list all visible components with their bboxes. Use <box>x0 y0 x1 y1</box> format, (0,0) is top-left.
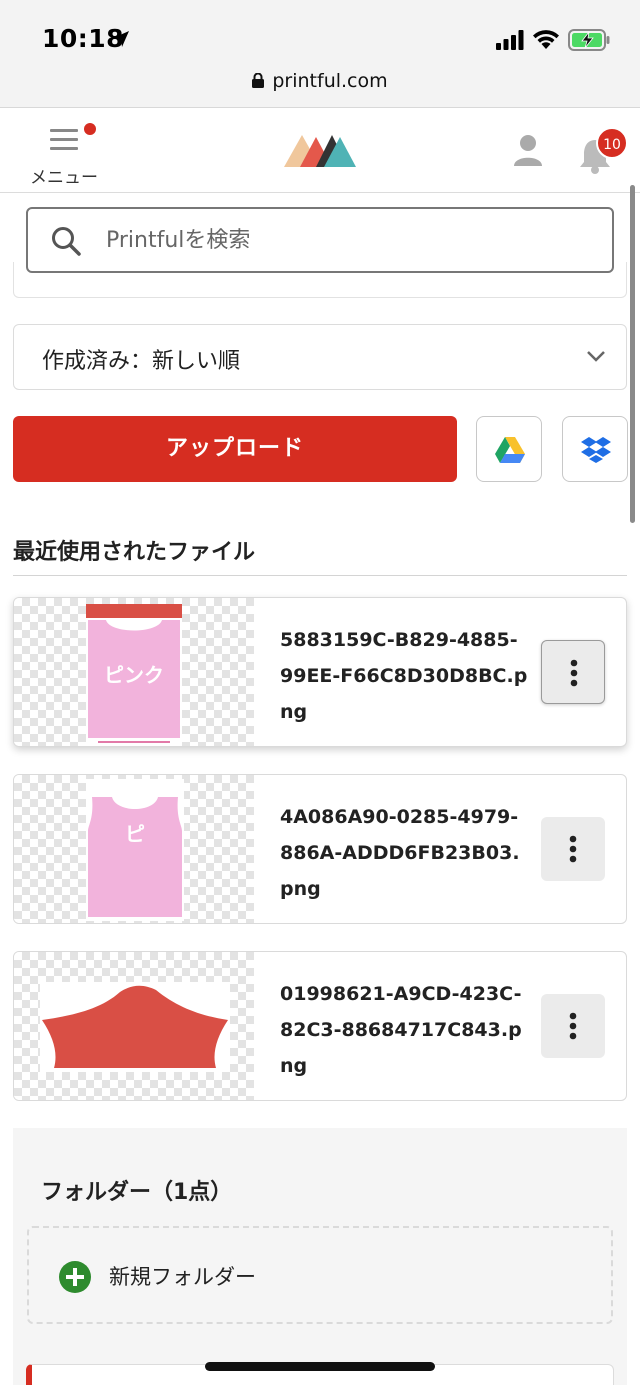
sort-select[interactable]: 作成済み：新しい順 <box>13 324 627 390</box>
hamburger-icon <box>50 129 78 151</box>
plus-circle-icon <box>59 1261 91 1293</box>
sort-selected-value: 作成済み：新しい順 <box>42 349 241 374</box>
dropbox-button[interactable] <box>562 416 628 482</box>
file-thumbnail: ピ <box>14 775 254 923</box>
notifications-button[interactable]: 10 <box>574 127 630 183</box>
file-thumbnail <box>14 952 254 1100</box>
wifi-icon <box>533 30 559 49</box>
notification-count-badge: 10 <box>596 127 628 159</box>
recent-files-heading: 最近使用されたファイル <box>13 540 256 565</box>
google-drive-icon <box>495 437 525 463</box>
file-card[interactable]: 01998621-A9CD-423C-82C3-88684717C843.png <box>13 951 627 1101</box>
lock-icon <box>252 73 265 88</box>
collapsed-filter-panel <box>13 262 627 298</box>
file-name: 4A086A90-0285-4979-886A-ADDD6FB23B03.png <box>280 806 520 900</box>
red-sleeve-image <box>40 982 230 1072</box>
pink-shirt-image: ピ <box>86 779 184 921</box>
more-vertical-icon <box>570 659 578 687</box>
printful-logo[interactable] <box>284 131 356 167</box>
new-folder-button[interactable]: 新規フォルダー <box>27 1226 613 1324</box>
more-vertical-icon <box>569 1012 577 1040</box>
status-bar: 10:18 printful.com <box>0 0 640 108</box>
cellular-signal-icon <box>496 30 524 50</box>
battery-charging-icon <box>568 29 610 51</box>
app-header: メニュー 10 <box>0 109 640 193</box>
dropbox-icon <box>581 437 611 463</box>
more-vertical-icon <box>569 835 577 863</box>
thumb-text: ピ <box>125 822 145 846</box>
pink-shirt-image: ピンク <box>86 604 182 746</box>
folders-heading: フォルダー（1点） <box>41 1180 233 1205</box>
section-divider <box>13 575 627 576</box>
upload-button[interactable]: アップロード <box>13 416 457 482</box>
new-folder-label: 新規フォルダー <box>109 1265 256 1289</box>
location-arrow-icon <box>113 31 129 47</box>
file-name: 01998621-A9CD-423C-82C3-88684717C843.png <box>280 983 522 1077</box>
file-more-options-button[interactable] <box>541 817 605 881</box>
chevron-down-icon <box>587 351 605 362</box>
thumb-text: ピンク <box>104 663 164 687</box>
scrollbar[interactable] <box>630 185 635 523</box>
file-thumbnail: ピンク <box>14 598 254 746</box>
search-icon <box>52 227 81 256</box>
file-more-options-button[interactable] <box>541 994 605 1058</box>
file-more-options-button[interactable] <box>541 640 605 704</box>
file-name: 5883159C-B829-4885-99EE-F66C8D30D8BC.png <box>280 629 528 723</box>
file-card[interactable]: ピンク 5883159C-B829-4885-99EE-F66C8D30D8BC… <box>13 597 627 747</box>
file-card[interactable]: ピ 4A086A90-0285-4979-886A-ADDD6FB23B03.p… <box>13 774 627 924</box>
address-bar[interactable]: printful.com <box>0 70 640 92</box>
home-indicator[interactable] <box>205 1362 435 1371</box>
menu-button[interactable]: メニュー <box>24 123 104 189</box>
folders-panel: フォルダー（1点） 新規フォルダー <box>13 1128 627 1385</box>
menu-label: メニュー <box>30 168 98 188</box>
url-text: printful.com <box>272 70 388 92</box>
google-drive-button[interactable] <box>476 416 542 482</box>
user-account-icon[interactable] <box>512 133 544 167</box>
menu-notification-dot <box>84 123 96 135</box>
